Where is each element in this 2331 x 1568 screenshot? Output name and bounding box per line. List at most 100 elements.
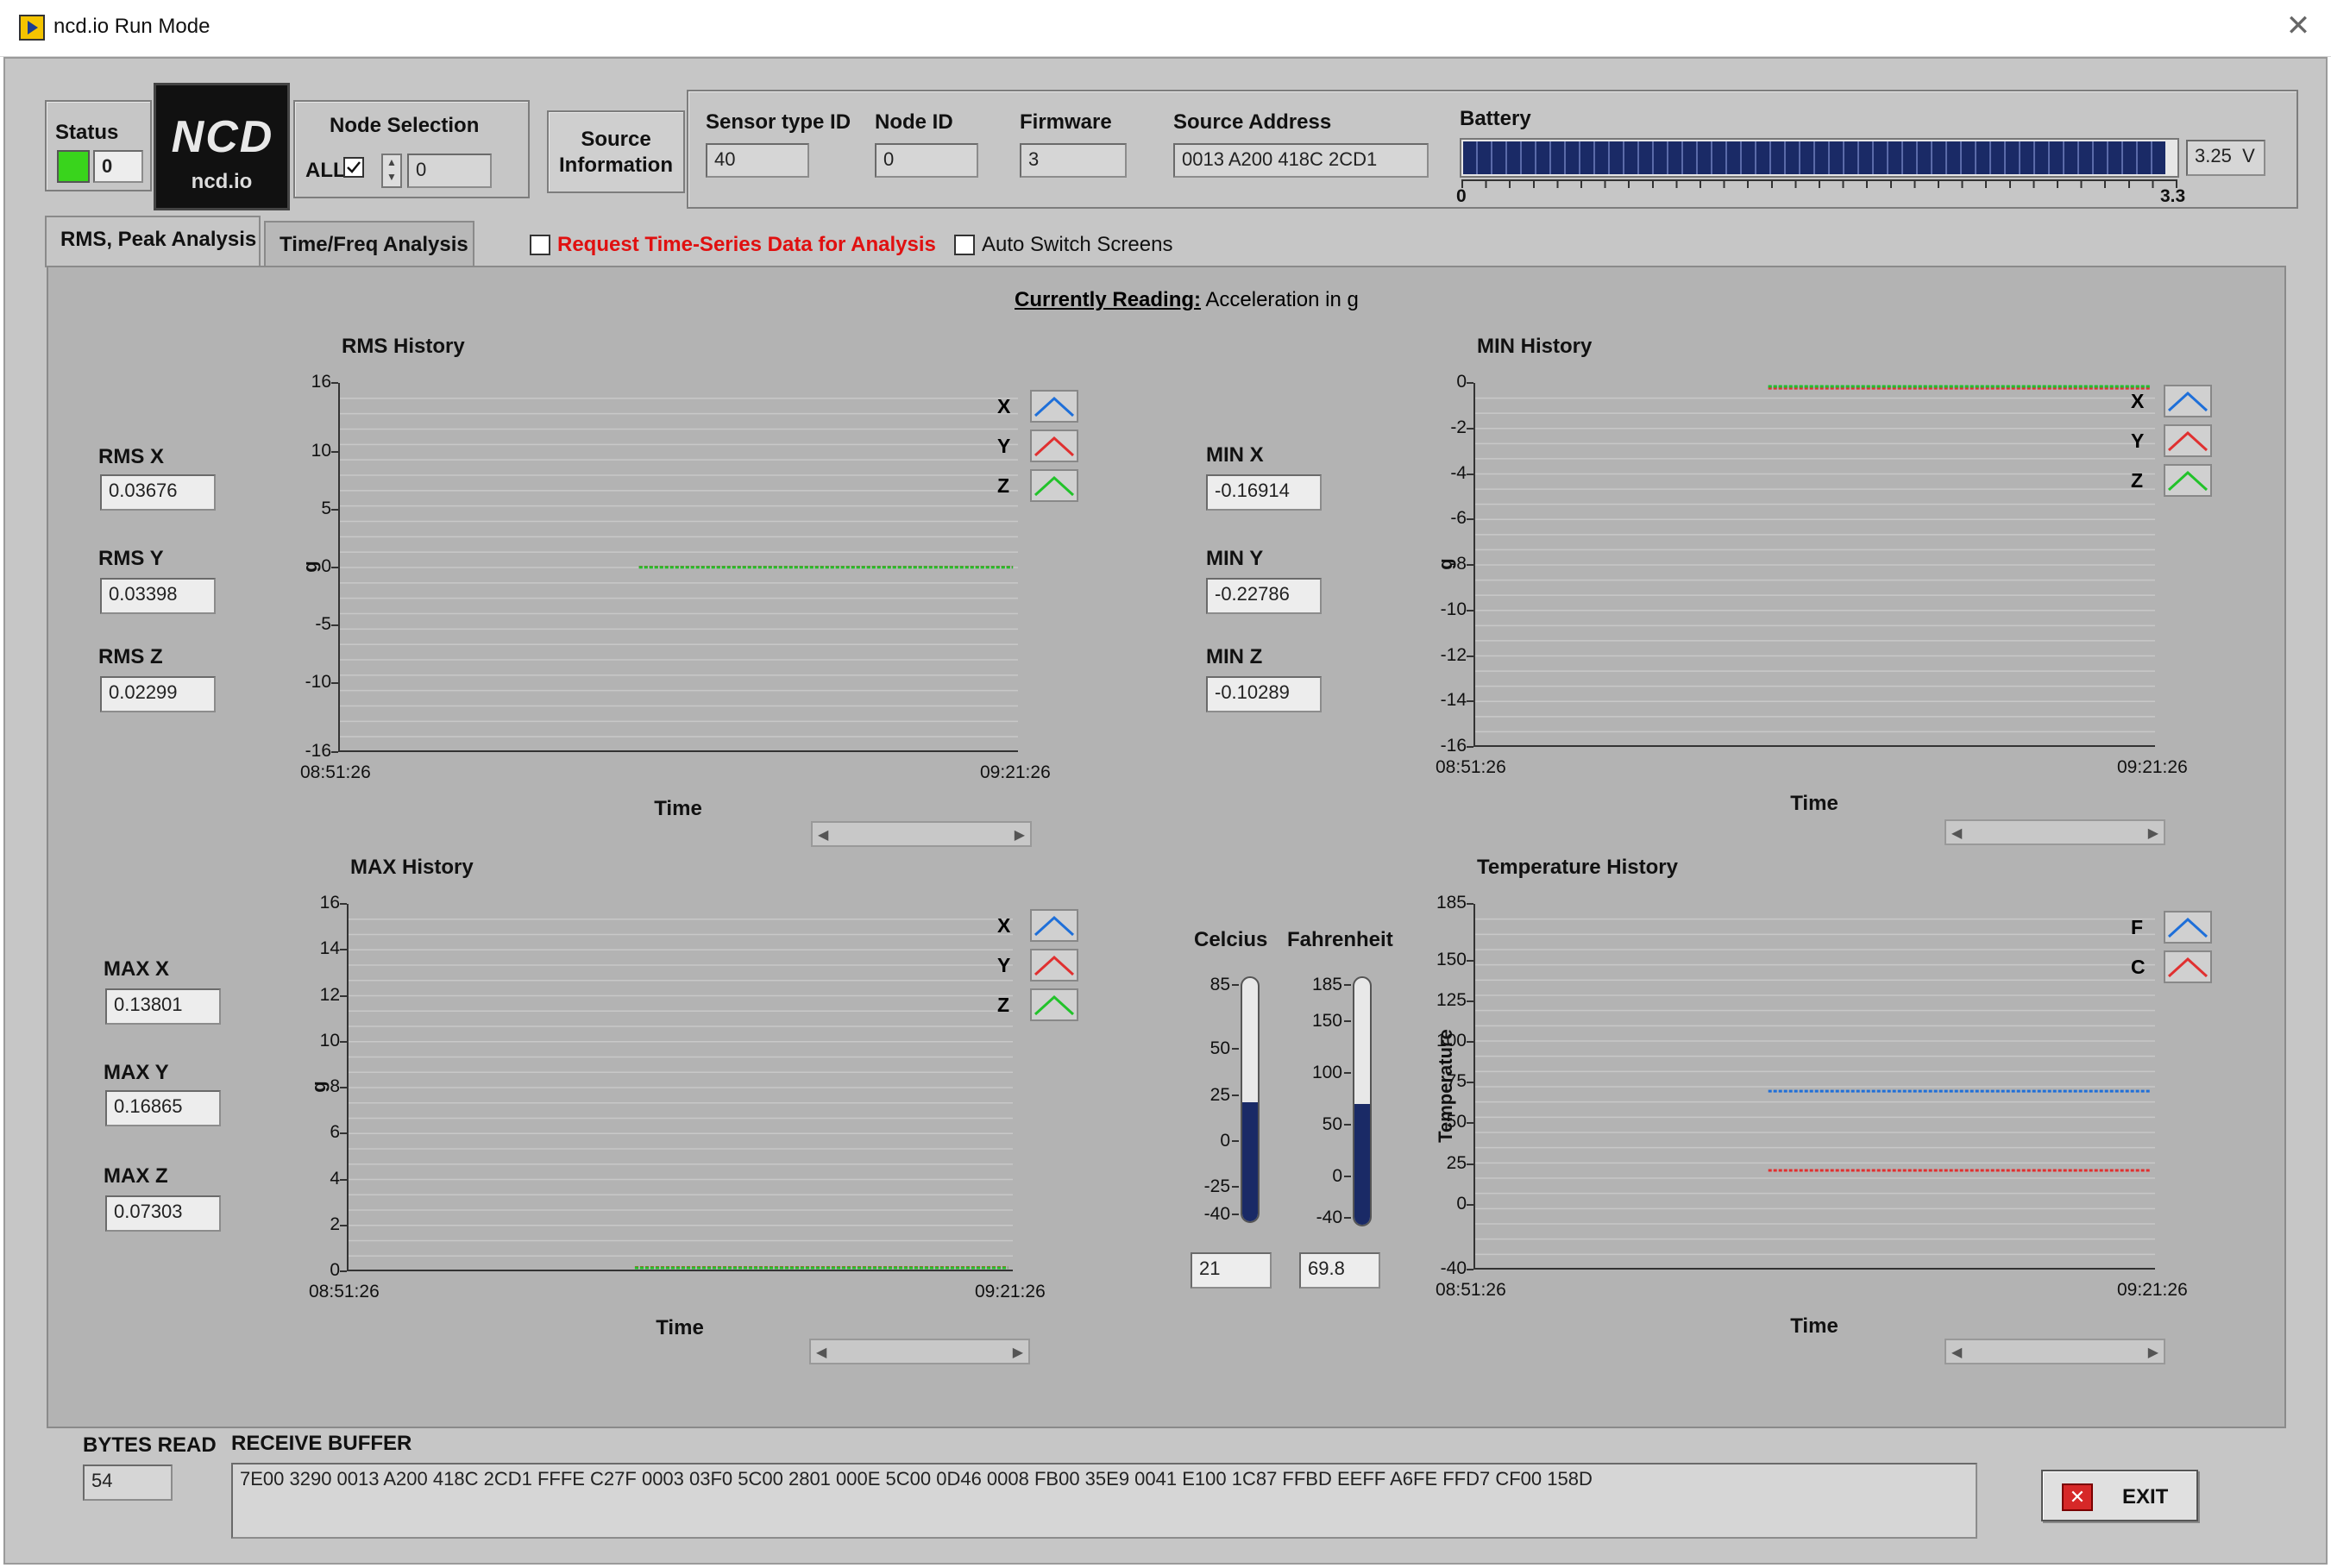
close-icon[interactable]: ✕: [2279, 9, 2317, 43]
y-tick-label: 75: [1446, 1071, 1467, 1092]
chart-scrollbar[interactable]: ◀ ▶: [1945, 1339, 2165, 1364]
y-tick-label: 185: [1436, 893, 1467, 913]
all-label: ALL: [305, 159, 346, 182]
y-tick-label: -4: [1450, 462, 1467, 483]
legend-swatch-x[interactable]: [2164, 385, 2212, 417]
y-tick-mark: [1467, 1041, 1473, 1044]
tab-time-freq-analysis[interactable]: Time/Freq Analysis: [264, 221, 474, 269]
y-tick-mark: [331, 681, 338, 684]
logo-mark: NCD: [171, 112, 274, 162]
checkmark-icon: [347, 161, 361, 173]
y-tick-label: -6: [1450, 508, 1467, 529]
node-selection-label: Node Selection: [330, 114, 480, 137]
max-x-label: MAX X: [104, 957, 170, 981]
scroll-right-icon[interactable]: ▶: [2148, 1344, 2158, 1361]
sensor-type-field: 40: [706, 143, 809, 178]
source-information-button[interactable]: Source Information: [547, 110, 685, 193]
y-tick-mark: [340, 1040, 347, 1043]
node-selection-box: Node Selection ALL ▲ ▼ 0: [293, 100, 530, 198]
tab-rms-peak-analysis[interactable]: RMS, Peak Analysis: [45, 216, 261, 267]
thermo-tick-mark: [1344, 1176, 1351, 1177]
x-tick-label: 08:51:26: [1436, 1280, 1506, 1300]
y-tick-mark: [340, 1270, 347, 1272]
legend-swatch-z[interactable]: [1030, 469, 1078, 502]
status-led-indicator: [57, 150, 90, 183]
all-checkbox[interactable]: [343, 157, 364, 178]
status-value: 0: [93, 150, 143, 183]
thermo-tick-label: -40: [1316, 1207, 1342, 1227]
source-address-label: Source Address: [1173, 110, 1332, 134]
battery-level-fill: [1463, 141, 2165, 174]
legend-swatch-f[interactable]: [2164, 911, 2212, 944]
legend-swatch-z[interactable]: [2164, 464, 2212, 497]
y-tick-mark: [1467, 700, 1473, 703]
scroll-left-icon[interactable]: ◀: [1951, 825, 1962, 842]
request-ts-checkbox[interactable]: [530, 235, 550, 255]
exit-x-icon: ✕: [2062, 1483, 2093, 1511]
y-tick-label: 0: [321, 556, 331, 576]
max-y-label: MAX Y: [104, 1061, 169, 1084]
thermo-tick-mark: [1344, 1217, 1351, 1219]
chart-scrollbar[interactable]: ◀ ▶: [811, 821, 1032, 847]
node-stepper[interactable]: ▲ ▼: [381, 154, 402, 188]
legend-swatch-y[interactable]: [1030, 430, 1078, 462]
chart-scrollbar[interactable]: ◀ ▶: [809, 1339, 1030, 1364]
y-tick-label: 10: [319, 1030, 340, 1051]
scroll-left-icon[interactable]: ◀: [818, 826, 828, 844]
rms-z-value: 0.02299: [100, 676, 216, 712]
auto-switch-checkbox[interactable]: [954, 235, 975, 255]
legend-swatch-z[interactable]: [1030, 988, 1078, 1021]
legend-swatch-y[interactable]: [1030, 949, 1078, 982]
legend-line-icon: [2167, 470, 2208, 492]
plot-area: [1473, 383, 2155, 747]
chart-scrollbar[interactable]: ◀ ▶: [1945, 819, 2165, 845]
y-tick-mark: [340, 994, 347, 997]
legend-swatch-x[interactable]: [1030, 390, 1078, 423]
scroll-right-icon[interactable]: ▶: [1015, 826, 1025, 844]
y-tick-mark: [1467, 655, 1473, 657]
status-label: Status: [55, 121, 119, 144]
y-tick-label: -2: [1450, 417, 1467, 437]
legend-line-icon: [1034, 396, 1075, 417]
y-tick-mark: [1467, 427, 1473, 430]
y-tick-label: 50: [1446, 1112, 1467, 1132]
y-tick-mark: [1467, 1269, 1473, 1270]
y-tick-label: 2: [330, 1214, 340, 1234]
auto-switch-label[interactable]: Auto Switch Screens: [982, 233, 1172, 257]
request-ts-label[interactable]: Request Time-Series Data for Analysis: [557, 233, 936, 257]
legend-swatch-y[interactable]: [2164, 424, 2212, 457]
y-tick-label: 100: [1436, 1031, 1467, 1051]
scroll-left-icon[interactable]: ◀: [816, 1344, 826, 1361]
scroll-right-icon[interactable]: ▶: [2148, 825, 2158, 842]
chart-title: MAX History: [350, 856, 474, 879]
legend-label-z: Z: [997, 994, 1010, 1016]
stepper-up-icon[interactable]: ▲: [383, 155, 400, 170]
node-selection-input[interactable]: 0: [407, 154, 492, 188]
plot-area: [338, 383, 1018, 752]
rms-y-value: 0.03398: [100, 578, 216, 614]
x-tick-label: 09:21:26: [2117, 1280, 2188, 1300]
max-x-value: 0.13801: [105, 988, 221, 1025]
legend-label-y: Y: [997, 954, 1011, 976]
node-id-label: Node ID: [875, 110, 953, 134]
currently-reading-value: Acceleration in g: [1205, 288, 1359, 311]
plot-svg: [1475, 918, 2155, 1256]
legend-swatch-x[interactable]: [1030, 909, 1078, 942]
y-tick-label: -40: [1440, 1258, 1467, 1278]
max-z-value: 0.07303: [105, 1195, 221, 1232]
y-tick-mark: [1467, 959, 1473, 962]
exit-button[interactable]: ✕ EXIT: [2041, 1470, 2198, 1521]
legend-swatch-c[interactable]: [2164, 950, 2212, 983]
scroll-left-icon[interactable]: ◀: [1951, 1344, 1962, 1361]
y-tick-label: 0: [330, 1260, 340, 1280]
sensor-info-box: Sensor type ID 40 Node ID 0 Firmware 3 S…: [687, 90, 2298, 209]
bytes-read-value: 54: [83, 1465, 173, 1501]
scroll-right-icon[interactable]: ▶: [1013, 1344, 1023, 1361]
plot-svg: [349, 919, 1013, 1270]
rms-y-label: RMS Y: [98, 547, 164, 570]
stepper-down-icon[interactable]: ▼: [383, 170, 400, 185]
x-axis-label: Time: [654, 797, 702, 820]
celsius-label: Celcius: [1194, 928, 1268, 951]
thermo-tick-mark: [1344, 1072, 1351, 1074]
thermo-fill: [1242, 1102, 1258, 1221]
